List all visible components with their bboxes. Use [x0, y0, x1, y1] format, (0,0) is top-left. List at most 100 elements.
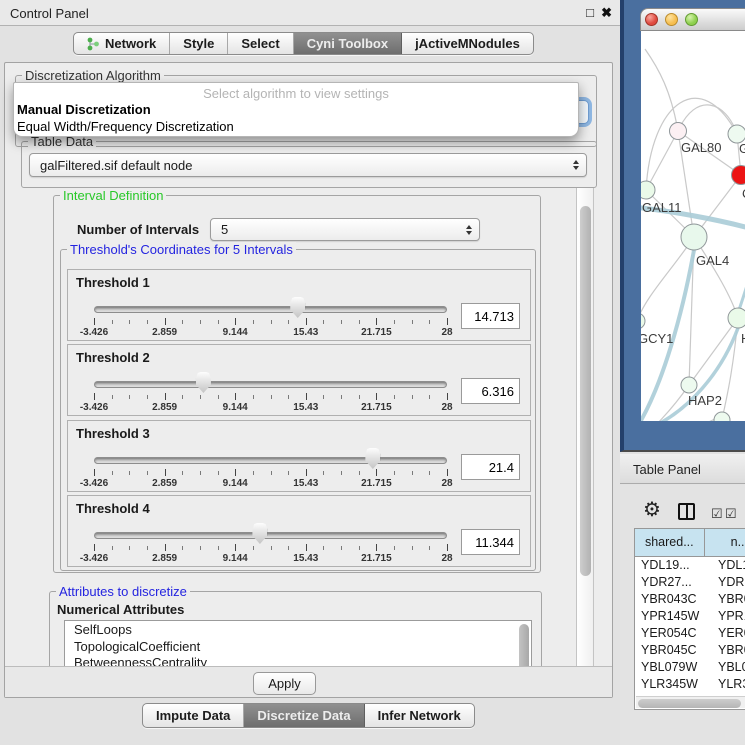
table-row[interactable]: YBL079WYBL0	[635, 659, 745, 676]
list-item[interactable]: TopologicalCoefficient	[74, 639, 531, 656]
network-canvas[interactable]: GAL80 GA C GAL11 GAL4 GCY1 H HAP2	[641, 31, 745, 421]
table-row[interactable]: YLR345WYLR3	[635, 676, 745, 693]
table-data-combo[interactable]: galFiltered.sif default node	[29, 153, 587, 177]
threshold-4-slider-handle[interactable]	[252, 523, 267, 544]
table-row[interactable]: YDL19...YDL1	[635, 557, 745, 574]
tab-discretize-data[interactable]: Discretize Data	[244, 704, 364, 727]
threshold-2-value-field[interactable]	[461, 378, 520, 404]
network-window-titlebar[interactable]	[640, 8, 745, 31]
control-panel: Control Panel □ ✖ Network Style Select C…	[0, 0, 620, 745]
threshold-4-value-field[interactable]	[461, 529, 520, 555]
threshold-1-tick-labels: -3.426 2.859 9.144 15.43 21.715 28	[94, 327, 447, 339]
column-header-name[interactable]: n...	[705, 529, 745, 556]
tab-cyni-toolbox[interactable]: Cyni Toolbox	[294, 33, 402, 54]
tab-style[interactable]: Style	[170, 33, 228, 54]
checkbox-checked-icon[interactable]: ☑	[725, 506, 737, 522]
tab-select[interactable]: Select	[228, 33, 293, 54]
threshold-1-slider-track[interactable]	[94, 306, 447, 313]
threshold-2-slider-handle[interactable]	[196, 372, 211, 393]
table-row[interactable]: YER054CYER0	[635, 625, 745, 642]
settings-scrollbar-track[interactable]	[576, 188, 594, 666]
thresholds-group: Threshold's Coordinates for 5 Intervals …	[60, 249, 536, 571]
table-horizontal-scrollbar[interactable]	[636, 696, 745, 708]
column-header-shared[interactable]: shared...	[635, 529, 705, 556]
tab-network[interactable]: Network	[74, 33, 170, 54]
gear-icon[interactable]: ⚙	[643, 500, 661, 520]
apply-row: Apply	[5, 666, 612, 697]
table-row[interactable]: YBR043CYBR0	[635, 591, 745, 608]
close-light[interactable]	[645, 13, 658, 26]
checkbox-checked-icon[interactable]: ☑	[711, 506, 723, 522]
threshold-1-value-field[interactable]	[461, 303, 520, 329]
settings-scroll-area: Interval Definition Number of Intervals …	[5, 191, 576, 666]
threshold-2-tick-labels: -3.426 2.859 9.144 15.43 21.715 28	[94, 402, 447, 414]
node-gcy1	[641, 313, 645, 329]
control-panel-titlebar: Control Panel □ ✖	[0, 0, 620, 26]
node-label: GAL4	[696, 253, 729, 268]
control-panel-tabs: Network Style Select Cyni Toolbox jActiv…	[73, 32, 534, 55]
node-hap2	[681, 377, 697, 393]
node-label: GAL80	[681, 140, 721, 155]
table-row[interactable]: YBR045CYBR0	[635, 642, 745, 659]
node-label: GAL11	[642, 200, 682, 215]
discretization-algorithm-title: Discretization Algorithm	[22, 68, 164, 83]
cyni-toolbox-panel: Discretization Algorithm Select algorith…	[4, 62, 613, 698]
algorithm-placeholder: Select algorithm to view settings	[14, 83, 578, 101]
numerical-attributes-list[interactable]: SelfLoops TopologicalCoefficient Between…	[64, 620, 532, 666]
settings-scrollbar-thumb[interactable]	[580, 206, 591, 576]
threshold-3-slider-handle[interactable]	[365, 448, 380, 469]
node-label: GA	[739, 141, 745, 156]
table-row[interactable]: YDR27...YDR2	[635, 574, 745, 591]
list-item[interactable]: BetweennessCentrality	[74, 655, 531, 666]
threshold-4-slider-track[interactable]	[94, 532, 447, 539]
zoom-light[interactable]	[685, 13, 698, 26]
algorithm-option-manual[interactable]: Manual Discretization	[14, 101, 578, 118]
table-horizontal-scrollbar-thumb[interactable]	[638, 699, 741, 708]
node-label: H	[741, 331, 745, 346]
split-columns-icon[interactable]	[678, 503, 695, 520]
threshold-2-slider-ticks	[94, 393, 447, 401]
apply-button[interactable]: Apply	[253, 672, 316, 695]
application-window: Control Panel □ ✖ Network Style Select C…	[0, 0, 745, 745]
tab-infer-network[interactable]: Infer Network	[365, 704, 474, 727]
table-row[interactable]: YPR145WYPR1	[635, 608, 745, 625]
number-of-intervals-value: 5	[221, 222, 228, 237]
number-of-intervals-spinner[interactable]: 5	[210, 218, 480, 241]
threshold-3-tick-labels: -3.426 2.859 9.144 15.43 21.715 28	[94, 478, 447, 490]
panel-title: Control Panel	[10, 6, 89, 21]
float-window-icon[interactable]: □	[586, 5, 594, 20]
list-item[interactable]: SelfLoops	[74, 622, 531, 639]
attributes-group-title: Attributes to discretize	[56, 584, 190, 599]
threshold-1-slider-handle[interactable]	[290, 297, 305, 318]
table-panel-title: Table Panel	[633, 462, 701, 477]
threshold-4-panel: Threshold 4 -3.426 2.859 9.144 15.43 21.…	[67, 495, 531, 567]
attributes-list-scrollbar[interactable]	[519, 624, 529, 666]
close-window-icon[interactable]: ✖	[601, 5, 612, 21]
algorithm-option-equal-width[interactable]: Equal Width/Frequency Discretization	[14, 118, 578, 135]
threshold-1-panel: Threshold 1 -3.426 2.859 9.144 15.43 21.…	[67, 269, 531, 341]
threshold-1-slider-ticks	[94, 318, 447, 326]
threshold-2-slider-track[interactable]	[94, 381, 447, 388]
threshold-1-label: Threshold 1	[76, 275, 150, 290]
thresholds-group-title: Threshold's Coordinates for 5 Intervals	[67, 242, 296, 257]
table-panel-header: Table Panel	[620, 454, 745, 484]
node-label: HAP2	[688, 393, 722, 408]
cyni-bottom-tabs: Impute Data Discretize Data Infer Networ…	[142, 703, 475, 728]
table-header-row: shared... n...	[635, 529, 745, 557]
threshold-4-label: Threshold 4	[76, 501, 150, 516]
threshold-3-value-field[interactable]	[461, 454, 520, 480]
node-gal11	[641, 181, 655, 199]
node-gal80	[670, 123, 687, 140]
tab-impute-data[interactable]: Impute Data	[143, 704, 244, 727]
node-table: shared... n... YDL19...YDL1 YDR27...YDR2…	[634, 528, 745, 710]
threshold-3-slider-track[interactable]	[94, 457, 447, 464]
node-red	[732, 166, 745, 185]
threshold-3-panel: Threshold 3 -3.426 2.859 9.144 15.43 21.…	[67, 420, 531, 492]
threshold-2-label: Threshold 2	[76, 350, 150, 365]
numerical-attributes-label: Numerical Attributes	[57, 602, 184, 617]
combo-arrows-icon	[573, 160, 579, 170]
interval-definition-title: Interval Definition	[60, 191, 166, 203]
interval-definition-group: Interval Definition Number of Intervals …	[53, 195, 541, 573]
minimize-light[interactable]	[665, 13, 678, 26]
tab-jactivemnodules[interactable]: jActiveMNodules	[402, 33, 533, 54]
